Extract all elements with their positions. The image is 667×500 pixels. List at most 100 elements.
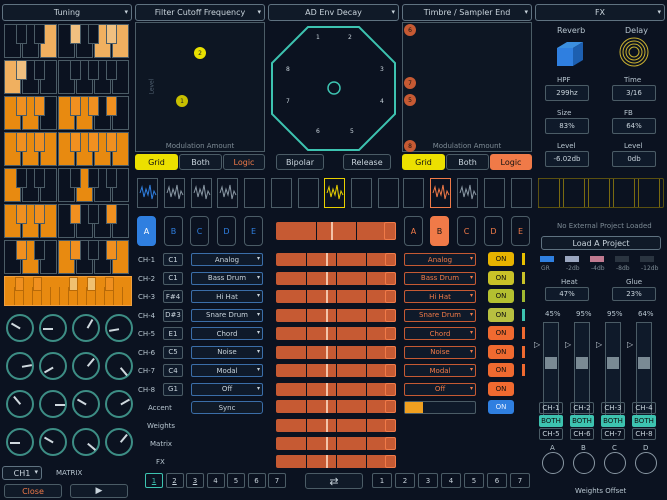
page-tab-right[interactable]: 7 [510,473,530,488]
mixer-both[interactable]: BOTH [632,415,656,427]
black-key[interactable] [16,96,27,116]
instrument-dropdown[interactable]: Bass Drum ▾ [191,271,263,285]
keyboard-row[interactable] [4,204,132,238]
black-key[interactable] [106,60,117,80]
swap-button[interactable]: ⇄ [305,473,363,489]
env-octagon-panel[interactable]: 1 2 3 4 5 6 7 8 [268,22,399,152]
timbre-dropdown[interactable]: Snare Drum ▾ [404,308,476,322]
fx-param-value[interactable]: 0db [612,151,656,167]
mod-slider[interactable] [276,419,396,432]
waveform-thumbnail[interactable] [403,178,424,208]
mod-slider[interactable] [276,400,396,413]
channel-slider-handle[interactable] [385,308,396,322]
black-key[interactable] [106,24,117,44]
mod-knob[interactable] [105,428,133,456]
mixer-ch-top[interactable]: CH-1 [539,402,563,414]
channel-key[interactable]: E1 [163,327,183,340]
waveform-thumbnail[interactable] [430,178,451,208]
channel-slider-handle[interactable] [385,345,396,359]
black-key[interactable] [87,277,96,291]
channel-slider-handle[interactable] [385,253,396,266]
black-key[interactable] [16,132,27,152]
accent-on-button[interactable]: ON [488,400,514,414]
accent-sync-button[interactable]: Sync [191,401,263,414]
timbre-dropdown[interactable]: Analog ▾ [404,253,476,266]
black-key[interactable] [105,277,114,291]
page-tab[interactable]: 6 [247,473,266,488]
black-key[interactable] [88,24,99,44]
black-key[interactable] [34,168,45,188]
channel-slider[interactable] [276,345,396,359]
waveform-thumbnail[interactable] [191,178,212,208]
black-key[interactable] [106,168,117,188]
mod-knob[interactable] [72,428,100,456]
weight-offset-knob[interactable] [542,452,564,474]
xy-point-5[interactable]: 5 [404,94,416,106]
channel-on-button[interactable]: ON [488,344,514,359]
black-key[interactable] [70,24,81,44]
black-key[interactable] [16,204,27,224]
mod-knob[interactable] [6,428,34,456]
tab-timbre-b[interactable]: B [430,216,449,246]
channel-on-button[interactable]: ON [488,326,514,340]
both-mode-button[interactable]: Both [446,154,489,170]
black-key[interactable] [34,96,45,116]
xy-point-8[interactable]: 8 [404,140,416,152]
mixer-ch-bottom[interactable]: CH-7 [601,428,625,440]
waveform-thumbnail[interactable] [244,178,265,208]
black-key[interactable] [88,240,99,260]
tab-timbre-e[interactable]: E [511,216,530,246]
waveform-thumbnail[interactable] [298,178,319,208]
channel-slider[interactable] [276,253,396,266]
page-tab[interactable]: 1 [145,473,163,488]
keyboard-row[interactable] [4,132,132,166]
black-key[interactable] [16,24,27,44]
timbre-dropdown[interactable]: Hi Hat ▾ [404,290,476,303]
channel-key[interactable]: C1 [163,271,183,285]
tuning-dropdown[interactable]: Tuning ▾ [2,4,132,21]
black-key[interactable] [16,168,27,188]
black-key[interactable] [70,132,81,152]
logic-mode-button[interactable]: Logic [223,154,265,170]
mixer-both[interactable]: BOTH [539,415,563,427]
mod-knob[interactable] [72,352,100,380]
black-key[interactable] [70,168,81,188]
timbre-dropdown[interactable]: Modal ▾ [404,364,476,377]
logic-mode-button[interactable]: Logic [490,154,532,170]
black-key[interactable] [88,96,99,116]
tab-timbre-c[interactable]: C [457,216,476,246]
black-key[interactable] [70,204,81,224]
page-tab[interactable]: 5 [227,473,245,488]
mod-knob[interactable] [39,390,67,418]
mod-knob[interactable] [39,314,67,342]
channel-slider[interactable] [276,364,396,377]
channel-on-button[interactable]: ON [488,289,514,303]
black-key[interactable] [106,240,117,260]
channel-on-button[interactable]: ON [488,381,514,396]
tab-pattern-b[interactable]: B [164,216,183,246]
mixer-ch-top[interactable]: CH-2 [570,402,594,414]
grid-mode-button[interactable]: Grid [402,154,445,170]
page-tab-right[interactable]: 4 [441,473,461,488]
xy-point-1[interactable]: 1 [176,95,188,107]
waveform-thumbnail[interactable] [457,178,478,208]
waveform-thumbnail[interactable] [164,178,185,208]
instrument-dropdown[interactable]: Analog ▾ [191,253,263,266]
mod-knob[interactable] [72,390,100,418]
instrument-dropdown[interactable]: Off ▾ [191,382,263,396]
filter-xy-pad[interactable]: Level Modulation Amount 2 1 [135,22,265,152]
black-key[interactable] [34,60,45,80]
fx-dropdown[interactable]: FX ▾ [535,4,665,21]
waveform-thumbnail[interactable] [378,178,399,208]
instrument-dropdown[interactable]: Hi Hat ▾ [191,290,263,303]
timbre-dropdown[interactable]: Bass Drum ▾ [404,271,476,285]
fx-param-value[interactable]: -6.02db [545,151,589,167]
channel-key[interactable]: C4 [163,364,183,377]
mod-knob[interactable] [39,352,67,380]
tab-pattern-e[interactable]: E [244,216,263,246]
mod-slider-handle[interactable] [385,455,396,468]
black-key[interactable] [15,277,24,291]
black-key[interactable] [34,24,45,44]
mod-slider[interactable] [276,437,396,450]
black-key[interactable] [106,96,117,116]
